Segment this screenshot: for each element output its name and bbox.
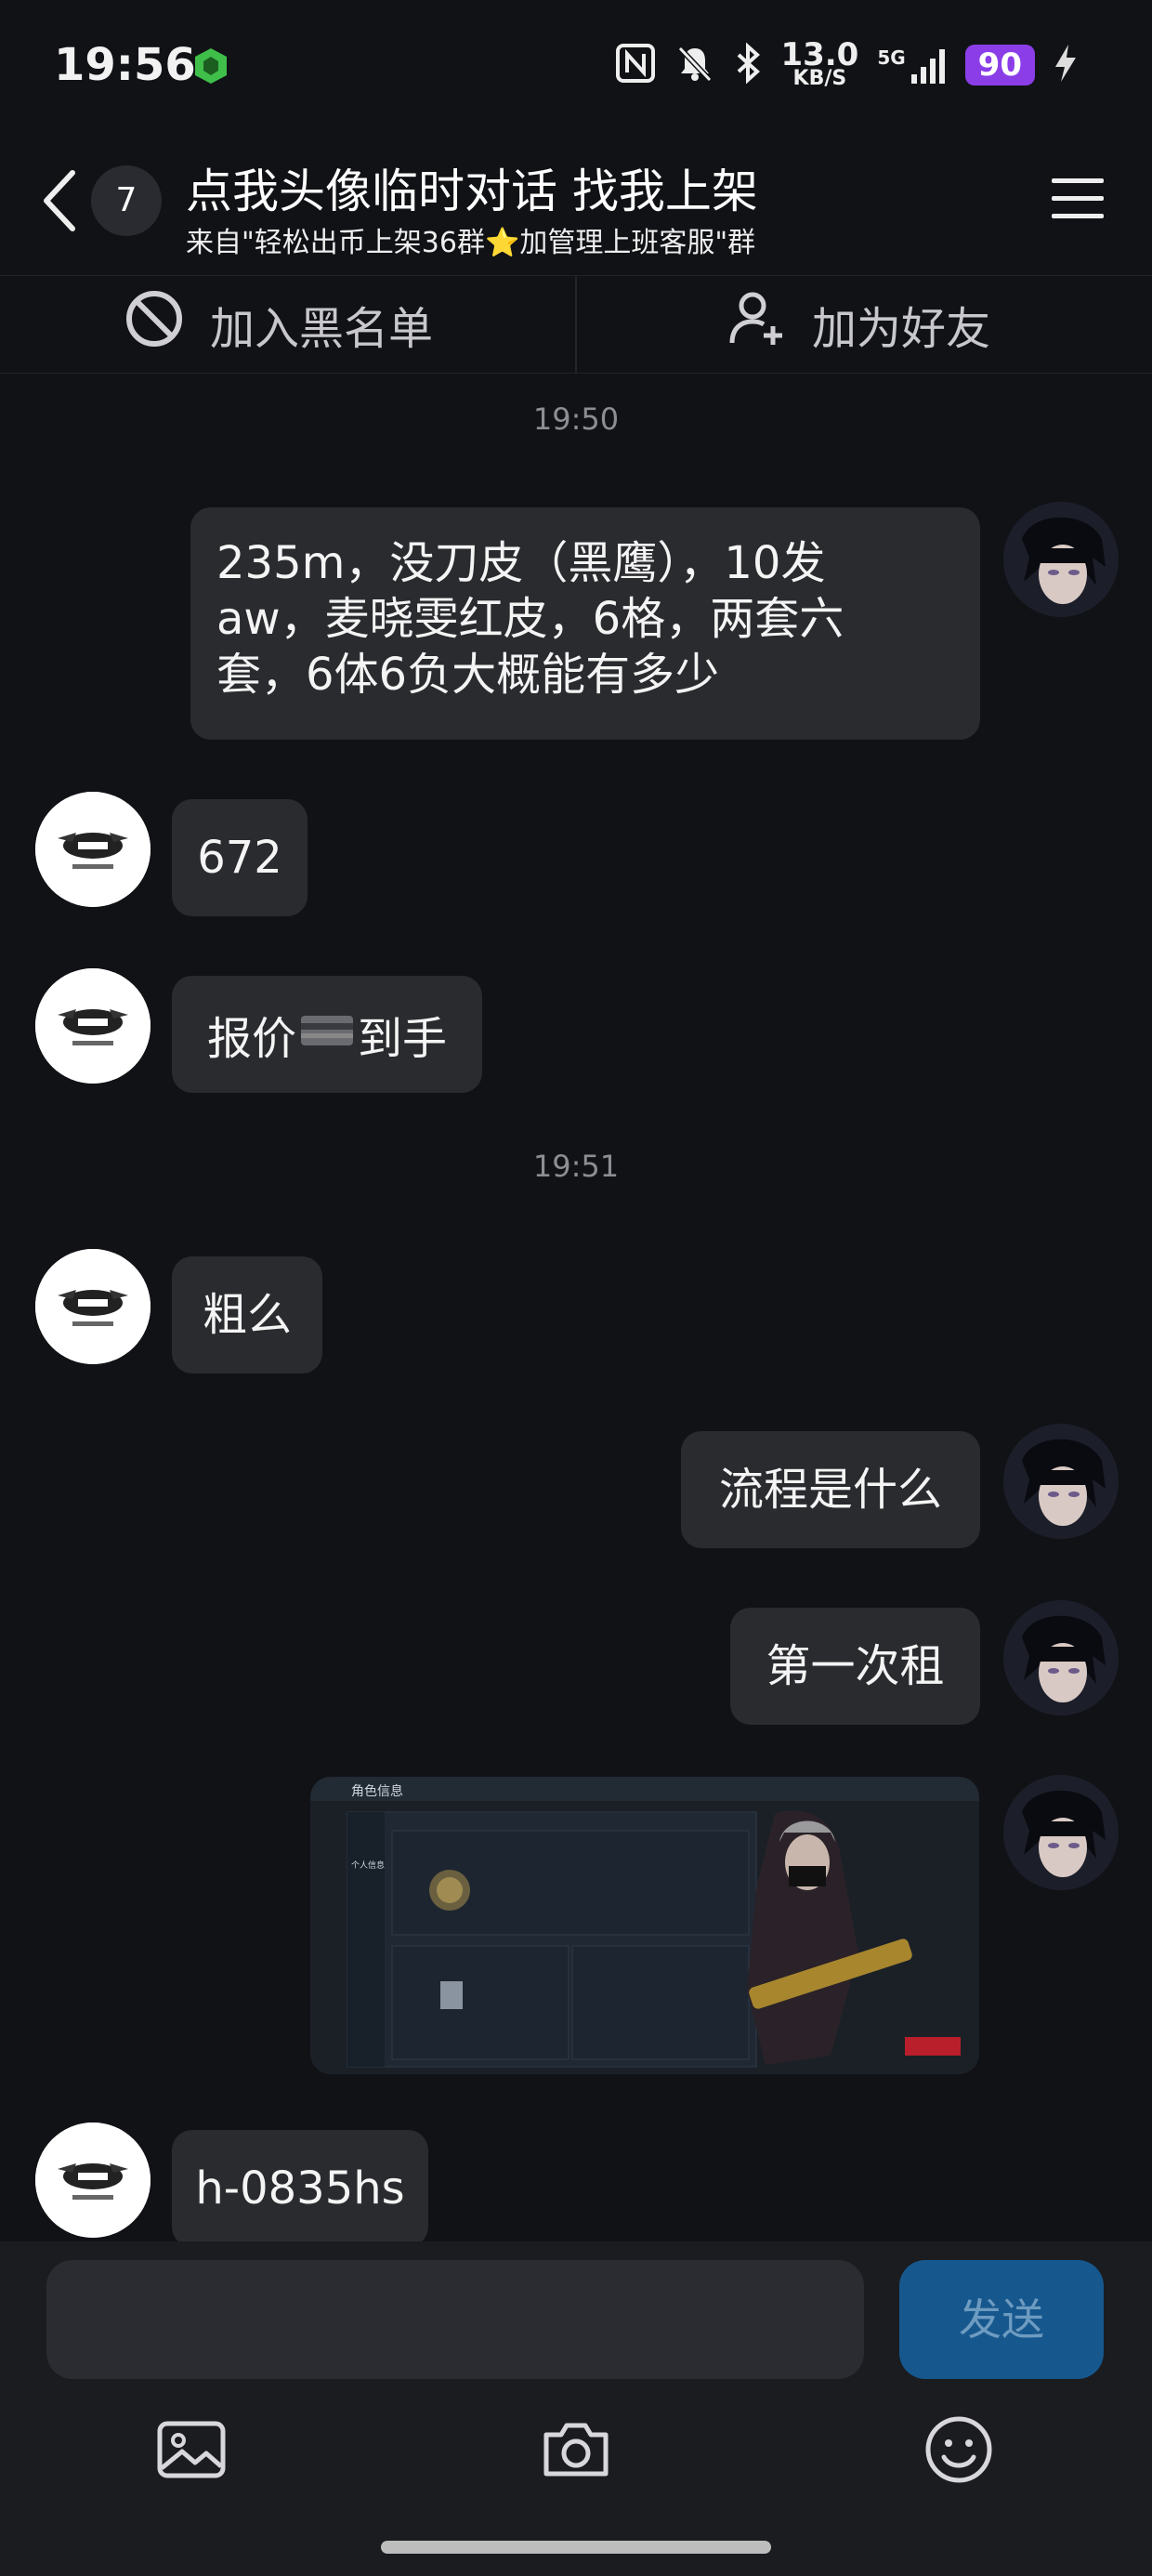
hamburger-menu-icon[interactable] [1052,177,1104,225]
stranger-action-bar: 加入黑名单 加为好友 [0,275,1152,374]
charging-icon [1054,43,1078,87]
chevron-left-icon[interactable] [39,165,80,240]
emoji-icon[interactable] [922,2412,996,2491]
message-text: 到手 [358,1013,448,1065]
message-bubble-self[interactable]: 第一次租 [730,1608,980,1725]
card-emoji-icon [300,1008,354,1060]
message-text: h-0835hs [195,2162,405,2215]
message-bubble-other[interactable]: 粗么 [172,1256,322,1373]
block-button[interactable]: 加入黑名单 [124,276,433,373]
contact-avatar[interactable] [35,968,151,1084]
self-avatar[interactable] [1003,502,1119,617]
mute-bell-icon [674,43,715,87]
self-avatar[interactable] [1003,1424,1119,1539]
message-bubble-other[interactable]: h-0835hs [172,2130,428,2247]
status-bar: 19:56 13.0 KB/S 5G 90 [0,0,1152,139]
block-circle-icon [124,289,184,360]
message-text: 672 [197,832,282,884]
contact-avatar[interactable] [35,792,151,907]
add-friend-button[interactable]: 加为好友 [727,276,990,373]
message-input[interactable] [46,2260,864,2379]
timestamp: 19:50 [532,401,620,437]
status-time: 19:56 [54,39,196,91]
add-user-icon [727,289,786,360]
self-avatar[interactable] [1003,1600,1119,1715]
battery-badge: 90 [964,45,1035,85]
message-text: 第一次租 [766,1640,945,1692]
message-line: aw，麦晓雯红皮，6格，两套六 [216,593,844,645]
contact-avatar[interactable] [35,2123,151,2238]
message-bubble-self[interactable]: 235m，没刀皮（黑鹰），10发 aw，麦晓雯红皮，6格，两套六 套，6体6负大… [190,507,980,740]
send-button[interactable]: 发送 [899,2260,1104,2379]
home-indicator[interactable] [381,2541,771,2554]
image-message[interactable]: 角色信息 个人信息 [310,1777,979,2074]
block-label: 加入黑名单 [210,303,434,355]
app-notification-icon [191,46,230,89]
message-bubble-other[interactable]: 672 [172,799,308,916]
chat-subtitle: 来自"轻松出币上架36群⭐加管理上班客服"群 [186,227,756,259]
camera-icon[interactable] [539,2412,613,2491]
message-text: 粗么 [202,1289,292,1341]
unread-count-badge[interactable]: 7 [91,165,162,236]
add-friend-label: 加为好友 [812,303,991,355]
timestamp: 19:51 [532,1149,620,1184]
message-line: 套，6体6负大概能有多少 [216,649,720,701]
message-text: 流程是什么 [718,1464,942,1516]
nfc-icon [615,43,656,87]
message-line: 235m，没刀皮（黑鹰），10发 [216,537,826,589]
image-icon[interactable] [154,2412,229,2491]
status-icons: 13.0 KB/S 5G 90 [615,36,1078,90]
bluetooth-icon [734,42,762,87]
network-speed: 13.0 KB/S [780,36,859,90]
self-avatar[interactable] [1003,1775,1119,1890]
message-text: 报价 [206,1013,296,1065]
message-bubble-self[interactable]: 流程是什么 [681,1431,980,1548]
action-divider [575,276,577,373]
signal-icon: 5G [877,46,946,84]
message-bubble-other[interactable]: 报价 到手 [172,976,482,1093]
contact-avatar[interactable] [35,1249,151,1364]
chat-title: 点我头像临时对话 找我上架 [186,164,758,218]
image-tab-text: 个人信息 [351,1860,385,1871]
image-header-text: 角色信息 [351,1783,403,1799]
